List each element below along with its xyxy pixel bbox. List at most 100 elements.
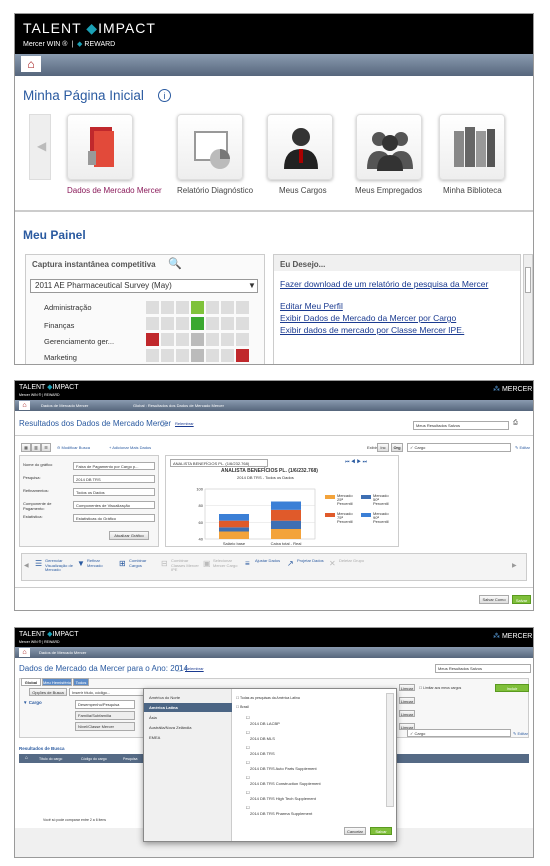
add-button[interactable]: Incluir (495, 684, 529, 692)
tile-label-market-data[interactable]: Dados de Mercado Mercer (67, 186, 162, 195)
add-data-button[interactable]: + Adicionar Mais Dados (109, 445, 151, 450)
tab-my-hemisphere[interactable]: Meu Hemisfério (42, 678, 72, 686)
breadcrumb[interactable]: Dados de Mercado Mercer (39, 650, 86, 655)
info-icon[interactable]: ⓘ (160, 419, 167, 429)
action-button[interactable]: Refinar Mercado (87, 558, 115, 568)
chart-pager[interactable]: ⏮ ◀ ▶ ⏭ (345, 459, 367, 465)
form-select[interactable]: Estatísticas do Gráfico (73, 514, 155, 522)
action-button[interactable]: Combinar Classes Mercer IPE (171, 558, 199, 573)
action-button[interactable]: Projetar Dados (297, 558, 325, 564)
info-icon[interactable]: ⓘ (175, 664, 182, 674)
tile-label-my-library[interactable]: Minha Biblioteca (443, 186, 502, 195)
form-select[interactable]: Componentes de Visualização (73, 501, 155, 509)
action-icon[interactable]: ↗ (287, 559, 294, 568)
home-icon[interactable]: ⌂ (19, 401, 30, 410)
action-button[interactable]: Selecionar Mercer Cargo (213, 558, 241, 568)
saved-results-select[interactable]: Meus Resultados Salvos (435, 664, 531, 673)
region-item[interactable]: Ásia (144, 713, 232, 722)
action-icon[interactable]: ⊞ (119, 559, 126, 568)
all-surveys-checkbox[interactable]: ☐ Todas as pesquisas da América Latina (236, 696, 300, 700)
carousel-prev-button[interactable]: ◀ (29, 114, 51, 180)
col-survey[interactable]: Pesquisa (123, 757, 137, 761)
clear-button[interactable]: Limpar (399, 697, 415, 704)
survey-checkbox[interactable]: ☐ (246, 805, 250, 810)
modal-cancel-button[interactable]: Cancelar (344, 827, 366, 835)
survey-checkbox[interactable]: ☐ (246, 715, 250, 720)
saved-results-select[interactable]: Meus Resultados Salvos (413, 421, 509, 430)
breadcrumb-2[interactable]: Global : Resultados dos Dados de Mercado… (133, 403, 224, 408)
home-icon[interactable]: ⌂ (21, 56, 41, 72)
modal-save-button[interactable]: Salvar (370, 827, 392, 835)
view-grid-icon[interactable]: ▦ (21, 443, 31, 452)
tile-market-data[interactable] (67, 114, 133, 180)
save-as-button[interactable]: Salvar Como (479, 595, 509, 604)
action-button[interactable]: Deletar Grupo (339, 558, 367, 564)
survey-checkbox[interactable]: ☐ (246, 730, 250, 735)
menu-item[interactable]: Nível/Classe Mercer (75, 722, 135, 731)
job-text-input[interactable]: Inserir título, código... (69, 688, 149, 696)
country-checkbox[interactable]: ☐ Brasil (236, 705, 249, 709)
link-download-report[interactable]: Fazer download de um relatório de pesqui… (280, 279, 490, 289)
form-select[interactable]: 2014 DB TRS (73, 475, 155, 483)
action-icon[interactable]: ☰ (35, 559, 42, 568)
link-view-by-job[interactable]: Exibir Dados de Mercado da Mercer por Ca… (280, 313, 456, 323)
action-icon[interactable]: ⊟ (161, 559, 168, 568)
recall-link[interactable]: Relembrar (185, 666, 204, 671)
breadcrumb-1[interactable]: Dados de Mercado Mercer (41, 403, 88, 408)
survey-checkbox[interactable]: ☐ (246, 760, 250, 765)
view-list-icon[interactable]: ☰ (41, 443, 51, 452)
edit-button[interactable]: ✎ Editar (515, 445, 530, 450)
form-select[interactable]: Todos os Dados (73, 488, 155, 496)
search-icon[interactable]: 🔍 (168, 257, 182, 270)
home-icon[interactable]: ⌂ (19, 648, 30, 657)
region-item[interactable]: América Latina (144, 703, 232, 712)
tile-label-my-employees[interactable]: Meus Empregados (355, 186, 422, 195)
tab-all[interactable]: Todos (73, 678, 89, 686)
tile-label-my-jobs[interactable]: Meus Cargos (279, 186, 327, 195)
search-options-button[interactable]: Opções de Busca (29, 688, 67, 696)
chart-job-select[interactable]: ANALISTA BENEFÍCIOS PL. (1/6/232.768) (170, 459, 268, 467)
tile-my-jobs[interactable] (267, 114, 333, 180)
link-view-by-ipe[interactable]: Exibir dados de mercado por Classe Merce… (280, 325, 464, 335)
survey-checkbox[interactable]: ☐ (246, 790, 250, 795)
survey-checkbox[interactable]: ☐ (246, 745, 250, 750)
action-button[interactable]: Combinar Cargos (129, 558, 157, 568)
action-icon[interactable]: ✕ (329, 559, 336, 568)
link-edit-profile[interactable]: Editar Meu Perfil (280, 301, 343, 311)
region-item[interactable]: América do Norte (144, 693, 232, 702)
action-icon[interactable]: ▼ (77, 559, 85, 568)
region-item[interactable]: EMEA (144, 733, 232, 742)
print-icon[interactable]: ⎙ (513, 420, 518, 427)
modal-scrollbar[interactable] (386, 693, 394, 807)
action-prev-icon[interactable]: ◀ (24, 562, 29, 569)
col-job-title[interactable]: Título do cargo (39, 757, 62, 761)
save-button[interactable]: Salvar (512, 595, 531, 604)
col-job-code[interactable]: Código do cargo (81, 757, 107, 761)
clear-button[interactable]: Limpar (399, 710, 415, 717)
form-select[interactable]: Faixa de Pagamento por Cargo p... (73, 462, 155, 470)
tile-label-diagnostic[interactable]: Relatório Diagnóstico (177, 186, 253, 195)
tile-my-library[interactable] (439, 114, 505, 180)
action-button[interactable]: Ajustar Dados (255, 558, 283, 564)
info-icon[interactable]: i (158, 89, 171, 102)
menu-item[interactable]: Família/Subfamília (75, 711, 135, 720)
action-button[interactable]: Gerenciar Visualização de Mercado (45, 558, 73, 573)
filter-inc-button[interactable]: Inc (377, 443, 389, 452)
recall-link[interactable]: Relembrar (175, 421, 194, 426)
survey-select[interactable]: 2011 AE Pharmaceutical Survey (May) ▼ (30, 279, 258, 293)
survey-checkbox[interactable]: ☐ (246, 775, 250, 780)
action-icon[interactable]: ≡ (245, 559, 250, 568)
action-next-icon[interactable]: ▶ (512, 562, 517, 569)
tile-my-employees[interactable] (356, 114, 422, 180)
region-item[interactable]: Austrália/Nova Zelândia (144, 723, 232, 732)
filter-org-button[interactable]: Org (391, 443, 403, 452)
tab-global[interactable]: Global (21, 678, 41, 686)
menu-item[interactable]: Desempenho/Pesquisa (75, 700, 135, 709)
scrollbar[interactable] (523, 254, 533, 364)
limit-checkbox[interactable]: ☐ Limitar aos meus cargos (419, 686, 461, 690)
clear-button[interactable]: Limpar (399, 684, 415, 691)
edit-button[interactable]: ✎ Editar (513, 731, 528, 736)
job-search-input[interactable]: ✓ Cargo (407, 443, 511, 452)
job-search-input[interactable]: ✓ Cargo (407, 729, 511, 737)
view-chart-icon[interactable]: ▥ (31, 443, 41, 452)
